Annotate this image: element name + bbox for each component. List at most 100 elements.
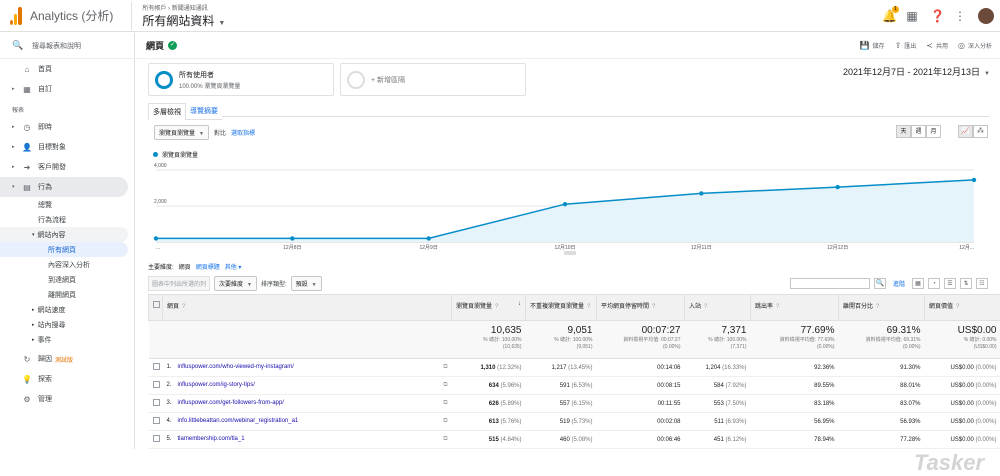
search-icon[interactable]: 🔍 [874, 278, 886, 289]
granularity-week-button[interactable]: 週 [911, 125, 926, 138]
open-link-icon[interactable]: ⧉ [443, 436, 447, 443]
sidebar-sub-exit-pages[interactable]: 離開網頁 [0, 287, 134, 302]
table-row: 3.influspower.com/get-followers-from-app… [149, 395, 1000, 413]
select-metric-link[interactable]: 選取指標 [231, 128, 255, 137]
col-bounce-rate[interactable]: 跳出率? [751, 295, 839, 321]
pie-view-icon[interactable]: ◔ [928, 278, 940, 289]
metric-select[interactable]: 瀏覽頁瀏覽量▼ [154, 125, 209, 140]
row-entrances: 1,204 (16.33%) [685, 359, 751, 377]
date-range-picker[interactable]: 2021年12月7日 - 2021年12月13日▼ [843, 65, 990, 78]
x-tick-label: 12月8日 [283, 245, 301, 251]
insights-button[interactable]: ◎深入分析 [958, 41, 992, 50]
comparison-view-icon[interactable]: ⇅ [960, 278, 972, 289]
table-search-input[interactable] [790, 278, 870, 289]
add-segment-button[interactable]: + 新增區隔 [340, 63, 526, 96]
empty-ring-icon [347, 71, 365, 89]
row-checkbox[interactable] [149, 395, 163, 413]
row-checkbox[interactable] [149, 377, 163, 395]
col-avg-time[interactable]: 平均網頁停留時間? [597, 295, 685, 321]
sidebar-item-discover[interactable]: 💡探索 [0, 369, 134, 389]
sidebar-sub-behavior-flow[interactable]: 行為流程 [0, 212, 134, 227]
open-link-icon[interactable]: ⧉ [443, 382, 447, 389]
segment-all-users[interactable]: 所有使用者 100.00% 瀏覽頁瀏覽量 [148, 63, 334, 96]
sidebar-item-attribution[interactable]: ↻歸因測試版 [0, 349, 134, 369]
search-input[interactable]: 搜尋報表和說明 [32, 41, 81, 51]
sidebar-item-admin[interactable]: ⚙管理 [0, 389, 134, 409]
sidebar-sub-all-pages[interactable]: 所有網頁 [0, 242, 128, 257]
page-link[interactable]: info.littlebeattan.com/webinar_registrat… [178, 418, 299, 424]
page-link[interactable]: influspower.com/get-followers-from-app/ [178, 400, 284, 406]
sidebar-item-customization[interactable]: ▸▦自訂 [0, 79, 134, 99]
dim-page-title[interactable]: 網頁標題 [196, 262, 220, 271]
open-link-icon[interactable]: ⧉ [443, 400, 447, 407]
page-link[interactable]: influspower.com/ig-story-tips/ [178, 382, 255, 388]
col-exit-pct[interactable]: 離開百分比? [839, 295, 925, 321]
open-link-icon[interactable]: ⧉ [443, 364, 447, 371]
apps-grid-icon[interactable]: ▦ [906, 10, 918, 22]
dim-other[interactable]: 其他 ▾ [225, 262, 242, 271]
sidebar-item-realtime[interactable]: ▸◷即時 [0, 117, 134, 137]
clock-icon: ◷ [20, 123, 34, 132]
row-page: 2.influspower.com/ig-story-tips/⧉ [163, 377, 452, 395]
sidebar-sub-site-search[interactable]: ▸站內搜尋 [0, 317, 134, 332]
more-vert-icon[interactable]: ⋮ [954, 10, 966, 22]
table-view-icon[interactable]: ▦ [912, 278, 924, 289]
page-link[interactable]: tlamembership.com/tla_1 [178, 436, 245, 442]
row-exit-pct: 91.30% [839, 359, 925, 377]
page-link[interactable]: influspower.com/who-viewed-my-instagram/ [178, 364, 294, 370]
x-tick-label: 12月10日 [554, 245, 575, 251]
line-chart-icon[interactable]: 📈 [958, 125, 973, 138]
bell-icon[interactable]: 🔔1 [882, 10, 894, 22]
export-button[interactable]: ⇪匯出 [895, 41, 917, 50]
sidebar-search[interactable]: 🔍 搜尋報表和說明 [0, 33, 134, 59]
sidebar-sub-content-drilldown[interactable]: 內容深入分析 [0, 257, 134, 272]
col-entrances[interactable]: 入站? [685, 295, 751, 321]
data-point [563, 202, 567, 206]
open-link-icon[interactable]: ⧉ [443, 418, 447, 425]
area-fill [156, 180, 974, 242]
row-pageviews: 634 (5.96%) [452, 377, 526, 395]
avatar[interactable] [978, 8, 994, 24]
sort-type-select[interactable]: 預設▼ [291, 276, 322, 291]
save-button[interactable]: 💾儲存 [860, 41, 885, 50]
main-content: 網頁 ✓ 💾儲存 ⇪匯出 ≺共用 ◎深入分析 所有使用者 100.00% 瀏覽頁… [136, 33, 1000, 449]
granularity-month-button[interactable]: 月 [926, 125, 941, 138]
sidebar-sub-overview[interactable]: 總覽 [0, 197, 134, 212]
tab-navigation-summary[interactable]: 導覽摘要 [186, 103, 222, 120]
help-icon: ? [182, 304, 185, 310]
secondary-dimension-select[interactable]: 次要維度▼ [214, 276, 257, 291]
sidebar-sub-site-content[interactable]: ▾網站內容 [0, 227, 128, 242]
help-icon[interactable]: ❓ [930, 10, 942, 22]
row-checkbox[interactable] [149, 431, 163, 449]
property-name[interactable]: 所有網站資料▼ [142, 12, 225, 29]
col-page-value[interactable]: 網頁價值? [925, 295, 1000, 321]
tab-explorer[interactable]: 多層檢視 [148, 103, 186, 120]
dim-page[interactable]: 網頁 [179, 262, 191, 271]
section-label-reports: 報表 [0, 99, 134, 117]
tab-divider [148, 116, 990, 117]
row-checkbox[interactable] [149, 413, 163, 431]
term-cloud-icon[interactable]: ☷ [976, 278, 988, 289]
analytics-logo[interactable] [10, 7, 22, 25]
col-pageviews[interactable]: 瀏覽頁瀏覽量? ↓ [452, 295, 526, 321]
row-pageviews: 1,310 (12.32%) [452, 359, 526, 377]
sidebar-sub-site-speed[interactable]: ▸網站速度 [0, 302, 134, 317]
performance-view-icon[interactable]: ☰ [944, 278, 956, 289]
sidebar-item-acquisition[interactable]: ▸➜客戶開發 [0, 157, 134, 177]
col-page[interactable]: 網頁? [163, 295, 452, 321]
motion-chart-icon[interactable]: ⁂ [973, 125, 988, 138]
sidebar-item-audience[interactable]: ▸👤目標對象 [0, 137, 134, 157]
select-all-checkbox[interactable] [149, 295, 163, 321]
sidebar-item-behavior[interactable]: ▾▤行為 [0, 177, 128, 197]
property-selector[interactable]: 所有帳戶 › 新聞通知通訊 所有網站資料▼ [131, 2, 225, 30]
advanced-filter-link[interactable]: 進階 [893, 279, 905, 288]
sidebar-sub-events[interactable]: ▸事件 [0, 332, 134, 347]
share-button[interactable]: ≺共用 [926, 41, 948, 50]
granularity-day-button[interactable]: 天 [896, 125, 911, 138]
plot-rows-button[interactable]: 圖表中列出所選的列 [148, 276, 210, 291]
row-checkbox[interactable] [149, 359, 163, 377]
col-unique-pageviews[interactable]: 不重複瀏覽頁瀏覽量? [526, 295, 597, 321]
sidebar-sub-landing-pages[interactable]: 到達網頁 [0, 272, 134, 287]
sidebar-item-home[interactable]: ⌂首頁 [0, 59, 134, 79]
segment-desc: 100.00% 瀏覽頁瀏覽量 [179, 81, 240, 90]
